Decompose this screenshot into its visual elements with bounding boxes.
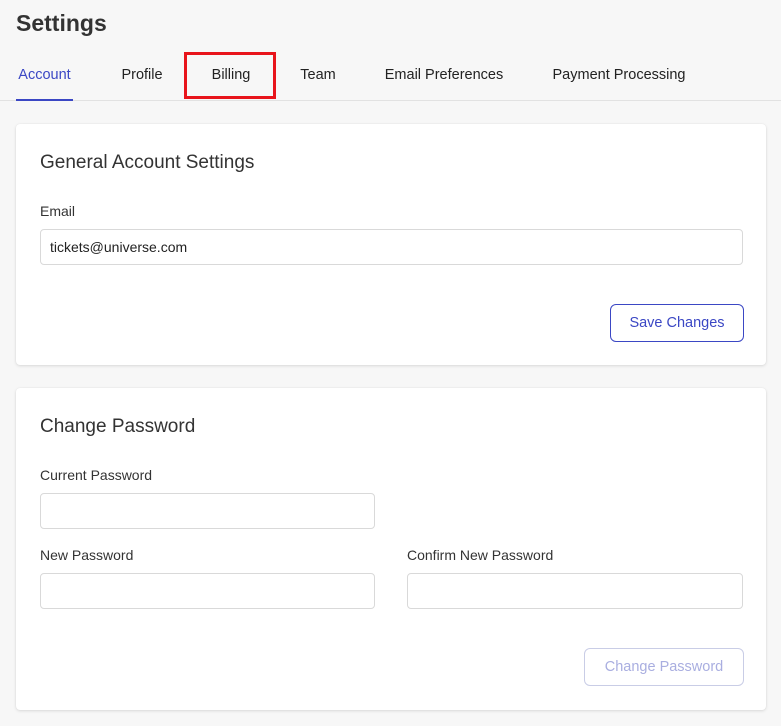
tab-profile[interactable]: Profile [118,52,166,100]
confirm-password-label: Confirm New Password [407,547,554,563]
new-password-label: New Password [40,547,134,563]
email-field[interactable] [40,229,743,265]
email-label: Email [40,203,76,219]
change-password-card: Change Password Current Password New Pas… [16,388,766,710]
confirm-password-field[interactable] [407,573,743,609]
settings-page: Settings Account Profile Billing Team Em… [0,0,781,726]
save-changes-button[interactable]: Save Changes [610,304,744,342]
change-password-title: Change Password [40,416,196,437]
settings-tabs: Account Profile Billing Team Email Prefe… [0,52,781,101]
change-password-button[interactable]: Change Password [584,648,744,686]
page-title: Settings [16,10,107,36]
general-settings-title: General Account Settings [40,152,255,173]
general-account-settings-card: General Account Settings Email Save Chan… [16,124,766,365]
tab-payment-processing[interactable]: Payment Processing [551,52,687,100]
current-password-label: Current Password [40,467,153,483]
tab-account[interactable]: Account [16,52,73,101]
current-password-field[interactable] [40,493,375,529]
tab-billing[interactable]: Billing [200,52,262,100]
tab-team[interactable]: Team [298,52,338,100]
tab-email-preferences[interactable]: Email Preferences [384,52,504,100]
new-password-field[interactable] [40,573,375,609]
